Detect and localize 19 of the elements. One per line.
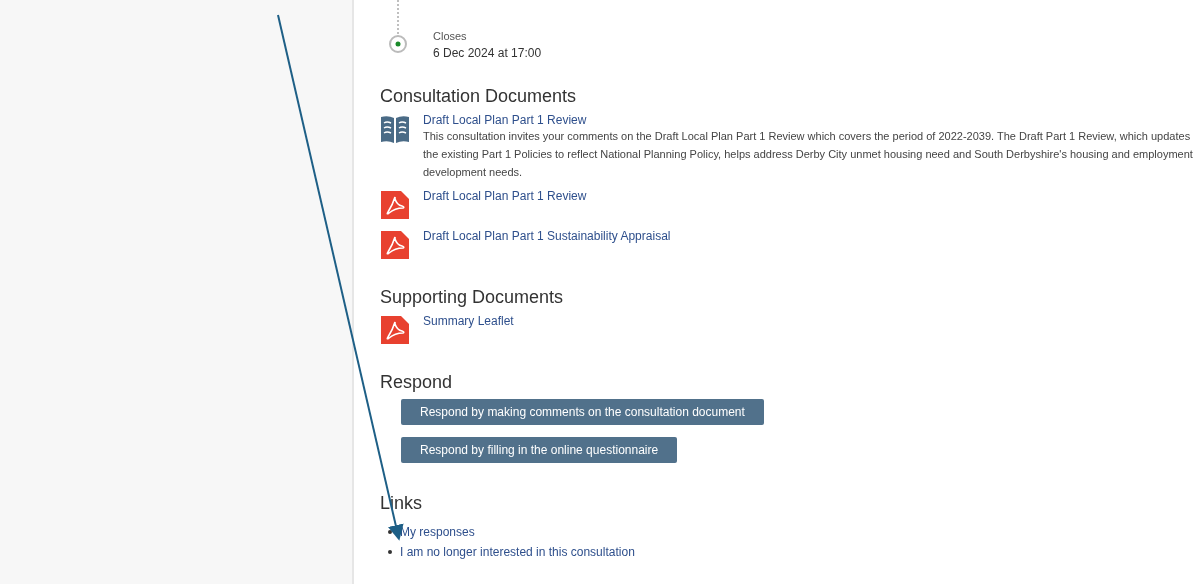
book-icon <box>380 114 410 144</box>
document-link[interactable]: Summary Leaflet <box>423 314 514 328</box>
section-heading: Consultation Documents <box>380 86 578 107</box>
document-link[interactable]: Draft Local Plan Part 1 Sustainability Appraisal <box>423 229 671 243</box>
timeline-date: 6 Dec 2024 at 17:00 <box>433 46 542 60</box>
section-heading: Supporting Documents <box>380 287 565 308</box>
respond-button[interactable]: Respond by making comments on the consultation document <box>401 399 764 425</box>
page-link[interactable]: I am no longer interested in this consultation <box>400 545 635 559</box>
document-link[interactable]: Draft Local Plan Part 1 Review <box>423 113 587 127</box>
pdf-icon <box>380 230 410 260</box>
document-link[interactable]: Draft Local Plan Part 1 Review <box>423 189 587 203</box>
section-heading: Respond <box>380 372 454 393</box>
pdf-icon <box>380 315 410 345</box>
respond-button[interactable]: Respond by filling in the online questionnaire <box>401 437 678 463</box>
timeline-label: Closes <box>433 30 468 42</box>
bullet-icon <box>388 550 392 554</box>
bullet-icon <box>388 530 392 534</box>
pdf-icon <box>380 190 410 220</box>
document-description: This consultation invites your comments on the Draft Local Plan Part 1 Review which covers the period of 2022-2039. The Draft Part 1 Review, which updates the existing Part 1 Policies to reflect National Planning Policy, helps address Derby City unmet housing need and South Derbyshire's housing and employment development needs. <box>423 129 1194 180</box>
